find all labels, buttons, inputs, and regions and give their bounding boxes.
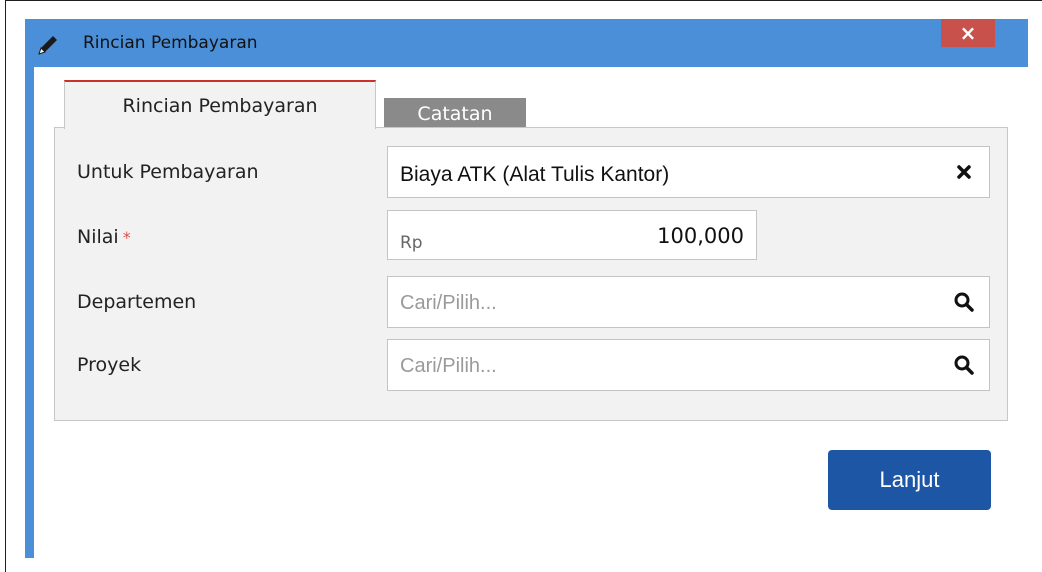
proyek-search-field[interactable]: Cari/Pilih... <box>387 339 990 391</box>
proyek-placeholder: Cari/Pilih... <box>400 355 497 377</box>
close-icon: × <box>959 21 977 45</box>
dialog-titlebar: Rincian Pembayaran × <box>25 19 1028 67</box>
tab-label: Rincian Pembayaran <box>122 94 318 117</box>
dialog-title: Rincian Pembayaran <box>83 33 258 53</box>
tab-rincian-pembayaran[interactable]: Rincian Pembayaran <box>64 80 376 129</box>
required-marker: * <box>122 228 131 247</box>
proyek-label: Proyek <box>77 354 142 376</box>
nilai-label: Nilai * <box>77 226 131 248</box>
tab-catatan[interactable]: Catatan <box>384 98 526 129</box>
nilai-label-text: Nilai <box>77 226 119 248</box>
tab-label: Catatan <box>417 102 493 125</box>
clear-icon[interactable] <box>953 161 975 183</box>
search-icon[interactable] <box>953 354 975 376</box>
departemen-placeholder: Cari/Pilih... <box>400 292 497 314</box>
nilai-value: 100,000 <box>657 224 744 248</box>
pencil-icon <box>35 33 61 57</box>
currency-prefix: Rp <box>400 233 423 253</box>
payment-detail-dialog: Rincian Pembayaran × Rincian Pembayaran … <box>25 19 1028 559</box>
departemen-label: Departemen <box>77 291 197 313</box>
untuk-pembayaran-label: Untuk Pembayaran <box>77 161 259 183</box>
untuk-pembayaran-field[interactable]: Biaya ATK (Alat Tulis Kantor) <box>387 146 990 198</box>
tab-panel: Untuk Pembayaran Biaya ATK (Alat Tulis K… <box>54 127 1008 421</box>
nilai-input[interactable]: Rp 100,000 <box>387 210 757 260</box>
close-button[interactable]: × <box>941 19 995 47</box>
untuk-pembayaran-value: Biaya ATK (Alat Tulis Kantor) <box>400 163 670 186</box>
search-icon[interactable] <box>953 291 975 313</box>
dialog-content: Rincian Pembayaran Catatan Untuk Pembaya… <box>34 67 1028 559</box>
departemen-search-field[interactable]: Cari/Pilih... <box>387 276 990 328</box>
lanjut-button[interactable]: Lanjut <box>828 450 991 510</box>
